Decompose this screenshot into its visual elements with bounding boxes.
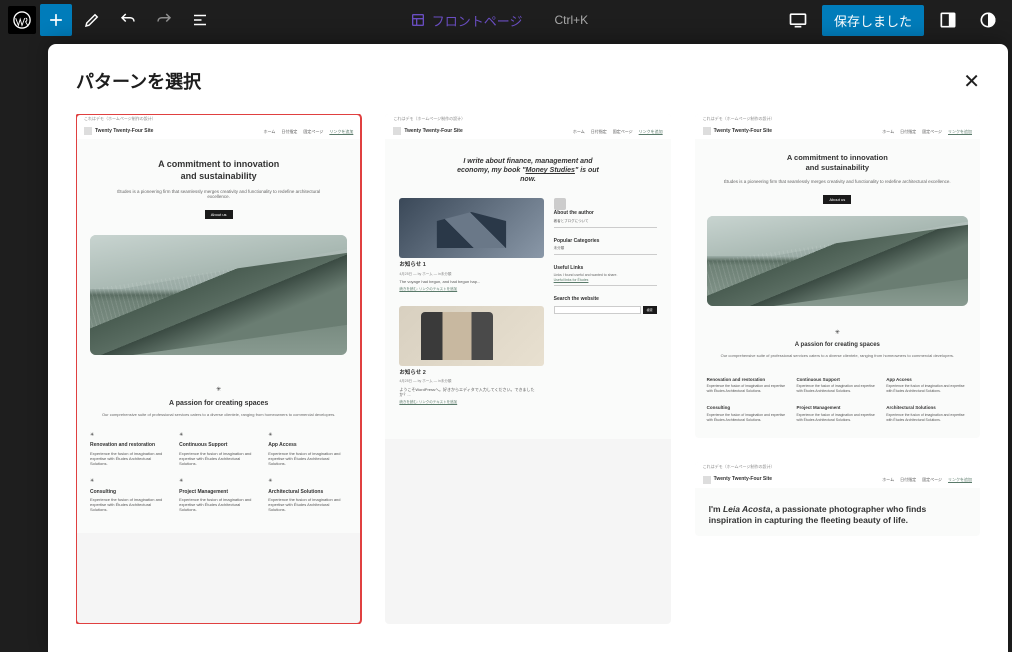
styles-button[interactable] (972, 4, 1004, 36)
view-button[interactable] (782, 4, 814, 36)
preview-topbar: これはデモ（ホームページ制作の設计） (76, 114, 361, 123)
pattern-option-4[interactable]: これはデモ（ホームページ制作の設计） Twenty Twenty-Four Si… (695, 462, 980, 535)
undo-button[interactable] (112, 4, 144, 36)
pattern-option-3[interactable]: これはデモ（ホームページ制作の設计） Twenty Twenty-Four Si… (695, 114, 980, 438)
pattern-selector-modal: パターンを選択 ✕ これはデモ（ホームページ制作の設计） Twenty Twen… (48, 44, 1008, 652)
shortcut-label: Ctrl+K (555, 13, 589, 27)
pattern-grid: これはデモ（ホームページ制作の設计） Twenty Twenty-Four Si… (76, 114, 980, 624)
edit-button[interactable] (76, 4, 108, 36)
redo-button[interactable] (148, 4, 180, 36)
pattern-option-1[interactable]: これはデモ（ホームページ制作の設计） Twenty Twenty-Four Si… (76, 114, 361, 624)
wp-logo[interactable] (8, 6, 36, 34)
save-button[interactable]: 保存しました (822, 5, 924, 36)
preview-hero-image (90, 235, 347, 355)
add-block-button[interactable] (40, 4, 72, 36)
editor-top-bar: フロントページ Ctrl+K 保存しました (0, 0, 1012, 40)
settings-panel-button[interactable] (932, 4, 964, 36)
page-label[interactable]: フロントページ (410, 11, 523, 30)
pattern-option-2[interactable]: これはデモ（ホームページ制作の設计） Twenty Twenty-Four Si… (385, 114, 670, 624)
close-button[interactable]: ✕ (963, 69, 980, 94)
preview-hero-image (707, 216, 968, 306)
document-overview-button[interactable] (184, 4, 216, 36)
modal-title: パターンを選択 (76, 68, 201, 94)
